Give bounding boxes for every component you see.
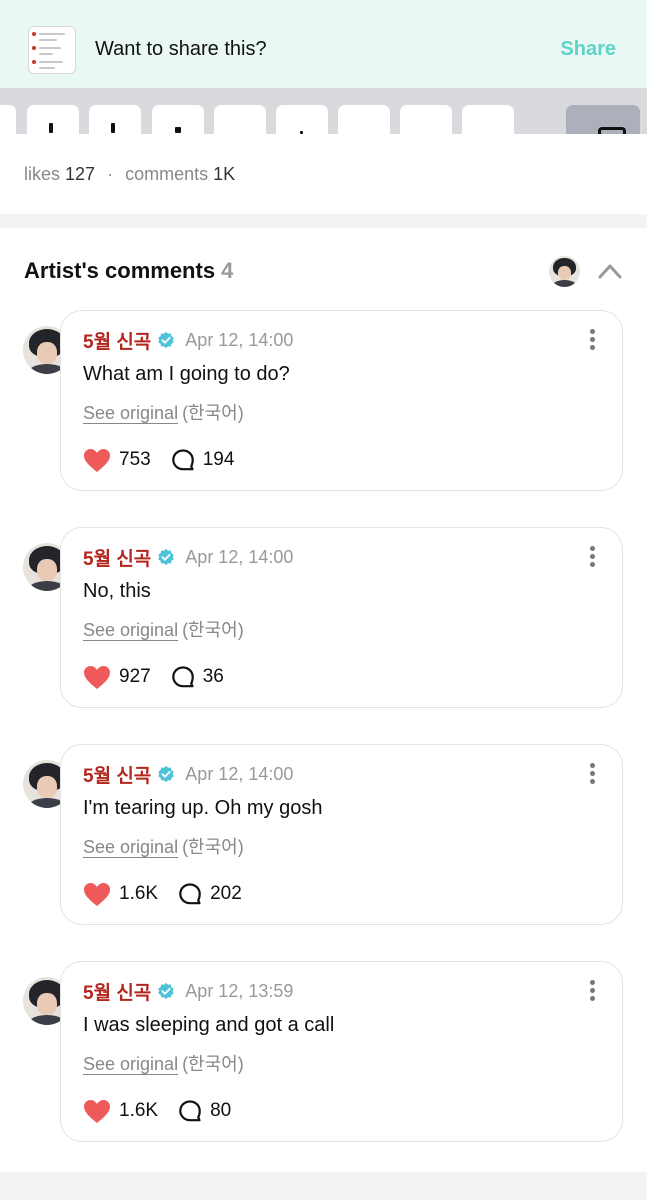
reply-count: 202 — [210, 883, 242, 904]
stats-separator: · — [107, 164, 114, 184]
kebab-menu-icon[interactable] — [590, 980, 596, 1002]
likes-label: likes — [24, 164, 61, 184]
keyboard-key[interactable] — [214, 105, 266, 134]
see-original-link[interactable]: See original — [83, 403, 178, 423]
comment-card: 5월 신곡 Apr 12, 14:00 What am I going to d… — [60, 310, 623, 491]
section-divider — [0, 214, 647, 228]
comment-text: What am I going to do? — [83, 363, 290, 385]
kebab-menu-icon[interactable] — [590, 763, 596, 785]
like-count: 1.6K — [119, 883, 159, 904]
comment-card: 5월 신곡 Apr 12, 14:00 I'm tearing up. Oh m… — [60, 744, 623, 925]
post-stats: likes 127 · comments 1K — [24, 164, 235, 185]
likes-count: 127 — [65, 164, 96, 184]
keyboard-strip — [0, 88, 647, 134]
original-language: (한국어) — [182, 403, 244, 423]
see-original-link[interactable]: See original — [83, 1054, 178, 1074]
chevron-up-icon[interactable] — [598, 263, 622, 279]
keyboard-key[interactable] — [152, 105, 204, 134]
reply-count: 80 — [210, 1100, 232, 1121]
comment-text: I was sleeping and got a call — [83, 1014, 335, 1036]
comment-timestamp: Apr 12, 14:00 — [185, 546, 294, 567]
artist-avatar[interactable] — [549, 256, 580, 287]
reply-count: 194 — [202, 449, 235, 470]
artist-comments-count: 4 — [221, 258, 234, 283]
comment-author[interactable]: 5월 신곡 — [83, 761, 151, 788]
share-prompt: Want to share this? — [95, 38, 267, 60]
share-banner: Want to share this? Share — [0, 0, 647, 88]
see-original-link[interactable]: See original — [83, 620, 178, 640]
heart-icon[interactable] — [83, 1099, 111, 1124]
heart-icon[interactable] — [83, 882, 111, 907]
speech-bubble-icon[interactable] — [171, 665, 195, 689]
comment-timestamp: Apr 12, 14:00 — [185, 329, 294, 350]
like-count: 1.6K — [119, 1100, 159, 1121]
comment-author[interactable]: 5월 신곡 — [83, 978, 151, 1005]
reply-count: 36 — [202, 666, 224, 687]
verified-badge-icon — [158, 765, 175, 783]
see-original-link[interactable]: See original — [83, 837, 178, 857]
comments-count: 1K — [213, 164, 236, 184]
comment-author[interactable]: 5월 신곡 — [83, 544, 151, 571]
comment-text: No, this — [83, 580, 151, 602]
speech-bubble-icon[interactable] — [171, 448, 195, 472]
kebab-menu-icon[interactable] — [590, 546, 596, 568]
comment-text: I'm tearing up. Oh my gosh — [83, 797, 323, 819]
comments-label: comments — [125, 164, 209, 184]
original-language: (한국어) — [182, 620, 244, 640]
verified-badge-icon — [158, 331, 175, 349]
comment-card: 5월 신곡 Apr 12, 14:00 No, this See origina… — [60, 527, 623, 708]
keyboard-key[interactable] — [27, 105, 79, 134]
keyboard-key[interactable] — [400, 105, 452, 134]
like-count: 927 — [119, 666, 151, 687]
share-thumbnail — [28, 26, 76, 74]
speech-bubble-icon[interactable] — [178, 882, 202, 906]
keyboard-key[interactable] — [462, 105, 514, 134]
heart-icon[interactable] — [83, 665, 111, 690]
keyboard-key[interactable] — [338, 105, 390, 134]
verified-badge-icon — [158, 982, 175, 1000]
comment-timestamp: Apr 12, 14:00 — [185, 763, 294, 784]
keyboard-key[interactable] — [0, 105, 16, 134]
keyboard-key[interactable] — [276, 105, 328, 134]
comment-author[interactable]: 5월 신곡 — [83, 327, 151, 354]
heart-icon[interactable] — [83, 448, 111, 473]
share-button[interactable]: Share — [560, 38, 616, 61]
like-count: 753 — [119, 449, 151, 470]
speech-bubble-icon[interactable] — [178, 1099, 202, 1123]
comment-timestamp: Apr 12, 13:59 — [185, 980, 294, 1001]
keyboard-backspace-key[interactable] — [566, 105, 640, 134]
comment-card: 5월 신곡 Apr 12, 13:59 I was sleeping and g… — [60, 961, 623, 1142]
verified-badge-icon — [158, 548, 175, 566]
kebab-menu-icon[interactable] — [590, 329, 596, 351]
artist-comments-heading: Artist's comments 4 — [24, 258, 233, 284]
original-language: (한국어) — [182, 1054, 244, 1074]
original-language: (한국어) — [182, 837, 244, 857]
section-divider — [0, 1172, 647, 1200]
artist-comments-title: Artist's comments — [24, 258, 216, 283]
keyboard-key[interactable] — [89, 105, 141, 134]
